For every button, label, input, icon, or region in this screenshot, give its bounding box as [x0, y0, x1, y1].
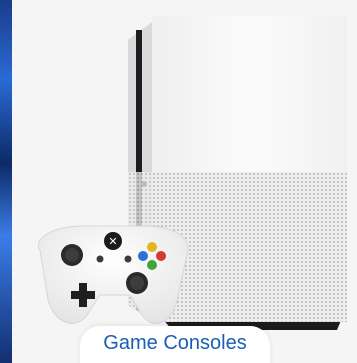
- controller: ✕: [37, 225, 189, 324]
- product-image: ✕: [12, 0, 357, 363]
- category-caption[interactable]: Game Consoles: [80, 326, 270, 363]
- svg-text:✕: ✕: [108, 235, 117, 248]
- console-illustration: ✕: [37, 16, 347, 330]
- previous-card-edge: [0, 0, 12, 363]
- category-caption-label[interactable]: Game Consoles: [103, 332, 246, 355]
- category-card-game-consoles[interactable]: ✕ Game Consoles: [0, 0, 357, 363]
